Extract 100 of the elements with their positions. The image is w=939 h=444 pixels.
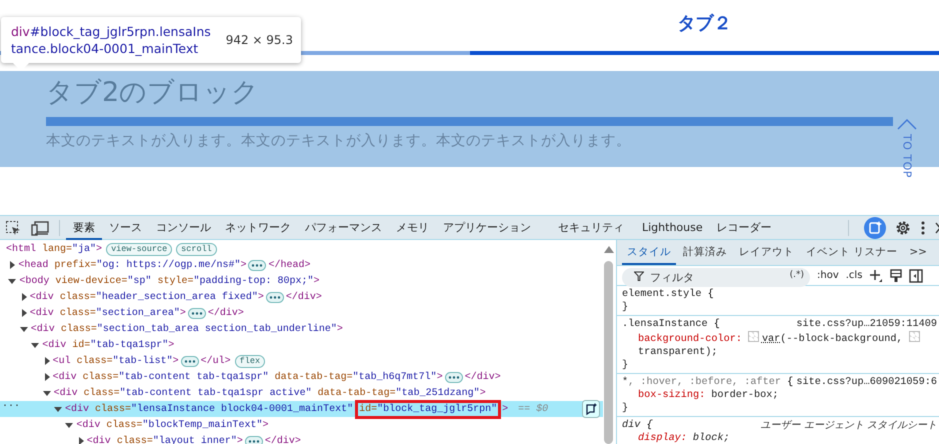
expanded-arrow-icon[interactable] (31, 342, 40, 348)
dom-node[interactable]: <div class="tab-content tab-tqa1spr active" data-tab-tag="tab_251dzang"> (0, 385, 603, 401)
closing-tag: </div> (208, 308, 244, 318)
sidebar-icon[interactable] (909, 268, 924, 282)
attribute: class="section_area" (60, 308, 180, 318)
panel-tab[interactable]: パフォーマンス (298, 216, 389, 240)
block-heading: タブ2のブロック (46, 76, 260, 110)
attribute: class="section_tab_area section_tab_underline" (60, 324, 337, 334)
dom-node[interactable]: <head prefix="og: https://ogp.me/ns#"> </head> (0, 257, 603, 273)
ellipsis-icon[interactable] (188, 308, 206, 318)
dom-node[interactable]: <div class="header_section_area fixed"> </div> (0, 289, 603, 305)
tag-bracket: > (168, 340, 174, 350)
panel-tab[interactable]: 要素 (66, 216, 102, 240)
dom-node[interactable]: <div class="section_tab_area section_tab_underline"> (0, 321, 603, 337)
dom-node[interactable]: <div class="section_area"> </div> (0, 305, 603, 321)
collapsed-arrow-icon[interactable] (10, 261, 16, 269)
styles-tab[interactable]: レイアウト (734, 240, 799, 265)
closing-tag: </div> (464, 372, 501, 382)
tag-name: <ul (52, 356, 71, 366)
panel-tab[interactable]: アプリケーション (436, 216, 538, 240)
inspect-icon[interactable] (5, 220, 21, 236)
attribute: view-device="sp" (55, 276, 152, 286)
tag-bracket: > (336, 324, 343, 334)
styles-tab[interactable]: >> (904, 240, 932, 265)
styles-tab[interactable]: イベント リスナー (801, 240, 902, 265)
more-options-icon[interactable] (920, 220, 926, 236)
collapsed-arrow-icon[interactable] (22, 309, 27, 317)
ai-assistant-icon[interactable] (864, 216, 886, 238)
css-selector: element.style { (622, 288, 714, 301)
panel-tab[interactable]: コンソール (149, 216, 218, 240)
regex-toggle[interactable]: (.*) (790, 270, 804, 280)
tag-bracket: > (313, 276, 320, 286)
panel-tab[interactable]: メモリ (389, 216, 436, 240)
attribute: class="tab-content tab-tqa1spr" (82, 372, 269, 382)
source-link[interactable]: site.css?up…609021059:6 (796, 376, 939, 389)
closing-brace: } (622, 359, 630, 372)
settings-icon[interactable] (895, 220, 911, 236)
collapsed-arrow-icon[interactable] (44, 373, 50, 381)
dom-node[interactable]: <ul class="tab-list"> </ul> flex (0, 353, 603, 369)
add-rule-icon[interactable] (869, 268, 884, 282)
ellipsis-icon[interactable] (444, 372, 463, 382)
panel-tab[interactable]: ネットワーク (218, 216, 298, 240)
css-declaration: background-color: var(--block-background, transparent); (622, 331, 938, 359)
collapsed-arrow-icon[interactable] (78, 437, 84, 444)
ellipsis-icon[interactable] (180, 356, 199, 366)
expanded-arrow-icon[interactable] (8, 278, 16, 284)
ai-chat-icon[interactable] (582, 400, 600, 418)
attribute: prefix="og: https://ogp.me/ns#" (54, 260, 240, 270)
node-badge[interactable]: scroll (176, 242, 217, 256)
css-selector: div { (622, 419, 653, 432)
tag-name: <div (86, 436, 111, 444)
dom-node[interactable]: <html lang="ja"> view-source scroll (0, 241, 603, 257)
attribute: class="lensaInstance block04-0001_mainText" (95, 404, 354, 414)
expanded-arrow-icon[interactable] (54, 406, 62, 412)
panel-tab[interactable]: ソース (102, 216, 149, 240)
tag-name: <div (30, 324, 55, 334)
closing-brace: } (622, 301, 630, 314)
dom-node[interactable]: <div class="tab-content tab-tqa1spr" data-tab-tag="tab_h6q7mt7l"> </div> (0, 369, 603, 385)
attribute: data-tab-tag="tab_h6q7mt7l" (274, 372, 437, 382)
toolbar-toggle[interactable]: :hov (817, 270, 839, 281)
source-link[interactable]: site.css?up…21059:11409 (796, 318, 939, 331)
node-menu-dots[interactable]: ··· (2, 401, 20, 412)
dom-node[interactable]: <div id="tab-tqa1spr"> (0, 337, 603, 353)
tab[interactable]: タブ２ (470, 0, 939, 55)
filter-icon (634, 271, 644, 281)
toolbar-toggle[interactable]: .cls (846, 270, 862, 281)
tag-bracket: > (96, 244, 102, 254)
closing-tag: </ul> (200, 356, 231, 366)
tag-bracket: > (180, 308, 186, 318)
dom-node[interactable]: <body view-device="sp" style="padding-top: 80px;"> (0, 273, 603, 289)
collapsed-arrow-icon[interactable] (44, 357, 50, 365)
tag-bracket: > (480, 388, 486, 398)
dom-node[interactable]: <div class="blockTemp_mainText"> (0, 417, 603, 433)
closing-tag: </div> (286, 292, 322, 302)
to-top-link[interactable]: TO TOP (897, 118, 917, 178)
styles-tab[interactable]: スタイル (622, 240, 676, 265)
dom-node[interactable]: ··· <div class="lensaInstance block04-0001_mainText" id="block_tag_jglr5rpn" > == $0 (0, 401, 603, 417)
node-badge[interactable]: view-source (106, 242, 172, 256)
ellipsis-icon[interactable] (266, 292, 284, 302)
node-badge[interactable]: flex (234, 354, 266, 368)
panel-tab[interactable]: セキュリティ (538, 216, 635, 240)
expanded-arrow-icon[interactable] (42, 390, 51, 396)
panel-tab[interactable]: レコーダー (710, 216, 779, 240)
attribute: class="tab-list" (76, 356, 173, 366)
collapsed-arrow-icon[interactable] (22, 293, 27, 301)
device-icon[interactable] (31, 220, 49, 236)
expanded-arrow-icon[interactable] (20, 326, 28, 332)
styles-tab[interactable]: 計算済み (678, 240, 732, 265)
expanded-arrow-icon[interactable] (65, 422, 74, 428)
ellipsis-icon[interactable] (248, 260, 266, 270)
ellipsis-icon[interactable] (244, 436, 263, 444)
attribute: class="blockTemp_mainText" (106, 420, 262, 430)
panel-tab[interactable]: Lighthouse (635, 216, 710, 240)
block-text: 本文のテキストが入ります。本文のテキストが入ります。本文のテキストが入ります。 (46, 132, 632, 150)
closing-tag: </head> (268, 260, 310, 270)
tag-name: <div (30, 292, 54, 302)
paint-icon[interactable] (890, 268, 902, 282)
tag-name: <div (65, 404, 90, 414)
tag-name: <body (19, 276, 50, 286)
tag-bracket: > (172, 356, 179, 366)
